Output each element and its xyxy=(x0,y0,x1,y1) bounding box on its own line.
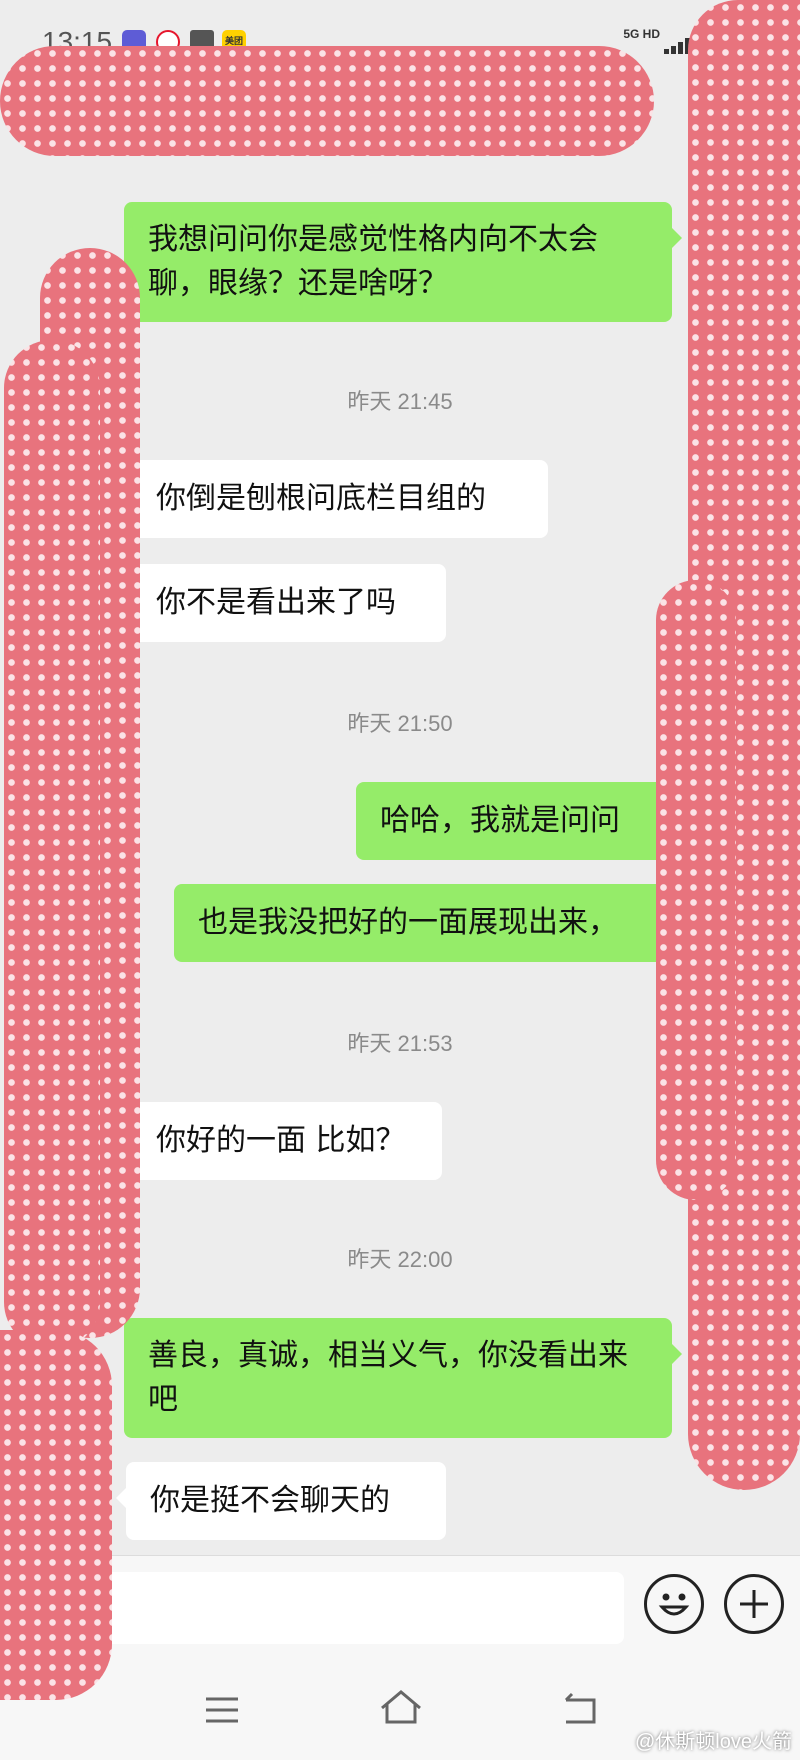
network-type: 5G HD xyxy=(623,27,660,41)
emoji-button[interactable] xyxy=(644,1574,704,1634)
message-text: 你不是看出来了吗 xyxy=(156,585,396,620)
message-text: 你倒是刨根问底栏目组的 xyxy=(156,481,486,516)
message-bubble-received[interactable]: 你是挺不会聊天的 xyxy=(116,1462,446,1540)
message-text: 也是我没把好的一面展现出来， xyxy=(198,905,618,940)
bubble-tail xyxy=(116,1488,126,1508)
add-button[interactable] xyxy=(724,1574,784,1634)
emoji-icon xyxy=(658,1593,690,1616)
watermark: @休斯顿love火箭 xyxy=(635,1731,792,1753)
message-bubble-received[interactable]: 你倒是刨根问底栏目组的 xyxy=(122,460,548,538)
message-input[interactable] xyxy=(30,1572,624,1644)
home-icon[interactable] xyxy=(378,1688,424,1728)
message-text: 你是挺不会聊天的 xyxy=(150,1483,390,1518)
message-text: 你好的一面 比如？ xyxy=(156,1123,406,1158)
input-bar xyxy=(0,1555,800,1656)
redaction-overlay xyxy=(0,46,654,156)
bubble-tail xyxy=(672,228,682,248)
redaction-overlay xyxy=(656,580,736,1200)
plus-icon xyxy=(740,1590,768,1618)
message-bubble-sent[interactable]: 我想问问你是感觉性格内向不太会聊，眼缘？还是啥呀？ xyxy=(124,202,682,322)
menu-icon[interactable] xyxy=(202,1690,242,1730)
message-bubble-sent[interactable]: 也是我没把好的一面展现出来， xyxy=(174,884,682,962)
message-text: 善良，真诚，相当义气，你没看出来吧 xyxy=(148,1338,628,1417)
redaction-overlay xyxy=(4,340,100,1350)
message-bubble-sent[interactable]: 哈哈，我就是问问 xyxy=(356,782,682,860)
redaction-overlay xyxy=(0,1330,112,1700)
message-bubble-received[interactable]: 你不是看出来了吗 xyxy=(122,564,446,642)
message-bubble-received[interactable]: 你好的一面 比如？ xyxy=(122,1102,442,1180)
message-text: 我想问问你是感觉性格内向不太会聊，眼缘？还是啥呀？ xyxy=(148,222,598,301)
message-bubble-sent[interactable]: 善良，真诚，相当义气，你没看出来吧 xyxy=(124,1318,682,1438)
back-icon[interactable] xyxy=(560,1690,600,1730)
bubble-tail xyxy=(672,1344,682,1364)
message-text: 哈哈，我就是问问 xyxy=(380,803,620,838)
